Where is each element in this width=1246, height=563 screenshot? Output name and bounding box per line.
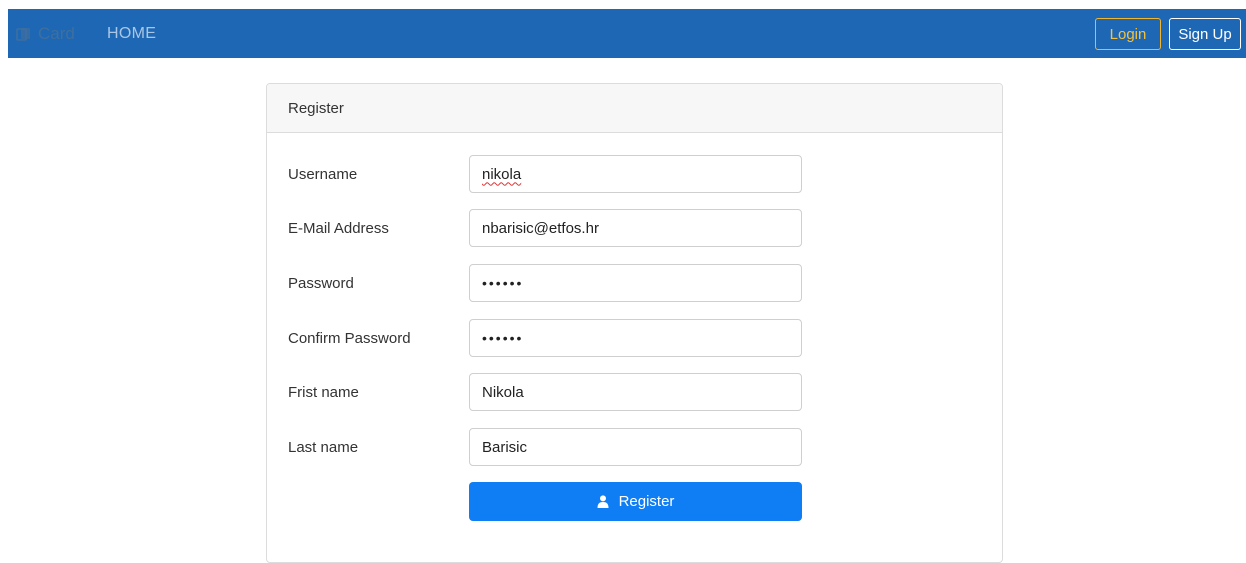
last-name-value: Barisic: [482, 438, 528, 456]
first-name-value: Nikola: [482, 383, 524, 401]
register-button[interactable]: Register: [469, 482, 802, 521]
password-value: ••••••: [482, 275, 524, 291]
brand-link[interactable]: Card: [16, 9, 75, 58]
cards-icon: [16, 27, 32, 41]
confirm-password-value: ••••••: [482, 330, 524, 346]
form-row-first-name: Frist name Nikola: [267, 373, 1002, 411]
signup-button[interactable]: Sign Up: [1169, 18, 1241, 50]
first-name-label: Frist name: [288, 383, 359, 401]
username-input[interactable]: nikola: [469, 155, 802, 193]
form-row-password: Password ••••••: [267, 264, 1002, 302]
first-name-input[interactable]: Nikola: [469, 373, 802, 411]
confirm-password-input[interactable]: ••••••: [469, 319, 802, 357]
card-title: Register: [288, 99, 344, 117]
top-navbar: Card HOME Login Sign Up: [8, 9, 1246, 58]
email-value: nbarisic@etfos.hr: [482, 219, 599, 237]
form-row-username: Username nikola: [267, 155, 1002, 193]
form-row-last-name: Last name Barisic: [267, 428, 1002, 466]
form-row-email: E-Mail Address nbarisic@etfos.hr: [267, 209, 1002, 247]
card-header: Register: [267, 84, 1002, 133]
password-label: Password: [288, 274, 354, 292]
password-input[interactable]: ••••••: [469, 264, 802, 302]
last-name-label: Last name: [288, 438, 359, 456]
last-name-input[interactable]: Barisic: [469, 428, 802, 466]
email-label: E-Mail Address: [288, 219, 389, 237]
username-label: Username: [288, 165, 358, 183]
username-value: nikola: [482, 165, 522, 183]
register-card: Register Username nikola E-Mail Address …: [266, 83, 1003, 563]
user-icon: [597, 495, 609, 508]
nav-home-link[interactable]: HOME: [107, 9, 156, 58]
email-input[interactable]: nbarisic@etfos.hr: [469, 209, 802, 247]
login-button[interactable]: Login: [1095, 18, 1161, 50]
form-row-confirm-password: Confirm Password ••••••: [267, 319, 1002, 357]
brand-name: Card: [38, 23, 75, 43]
register-button-label: Register: [618, 493, 675, 510]
confirm-password-label: Confirm Password: [288, 329, 411, 347]
